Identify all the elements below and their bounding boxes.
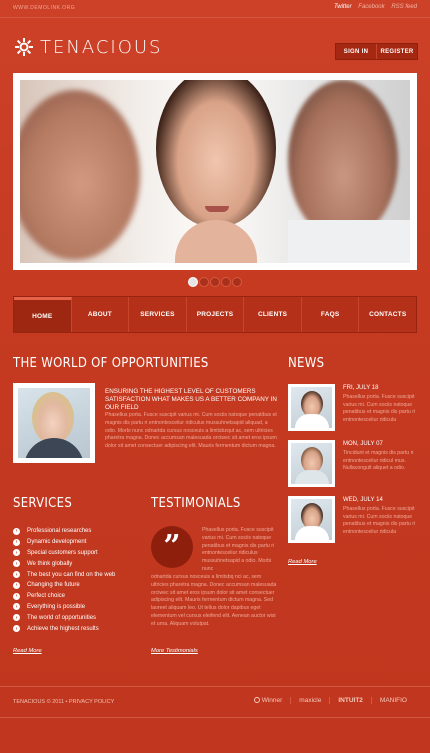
news-date: FRI, JULY 18 — [343, 385, 379, 391]
partner-logos: Winner maxicle INTUIT2 MANIFIO — [246, 697, 415, 704]
circle-icon — [253, 697, 260, 703]
slider-dot[interactable] — [232, 277, 242, 287]
hero-slider[interactable] — [13, 73, 417, 270]
nav-services[interactable]: SERVICES — [129, 297, 187, 332]
partner-logo[interactable]: MANIFIO — [370, 697, 415, 704]
person-right — [288, 80, 398, 240]
testimonial-text-continued: odnartda cursus nosceuis a limitsbq nci … — [151, 574, 277, 627]
world-body: Phasellus porta. Fusce suscipit varius m… — [105, 412, 277, 450]
world-heading: THE WORLD OF OPPORTUNITIES — [13, 356, 209, 371]
arrow-icon: › — [13, 625, 20, 633]
nav-home[interactable]: HOME — [14, 297, 72, 332]
nav-projects[interactable]: PROJECTS — [187, 297, 245, 332]
nav-clients[interactable]: CLIENTS — [244, 297, 302, 332]
twitter-link[interactable]: Twitter — [334, 4, 352, 10]
logo[interactable]: TENACIOUS — [13, 35, 162, 59]
list-item[interactable]: › The world of opportunities — [13, 612, 138, 623]
person-left — [20, 90, 140, 260]
news-item[interactable]: MON, JULY 07 Tincidunt et magnis dis par… — [288, 440, 418, 490]
arrow-icon: › — [13, 614, 20, 622]
services-heading: SERVICES — [13, 496, 73, 511]
news-read-more-link[interactable]: Read More — [288, 559, 317, 565]
news-date: WED, JULY 14 — [343, 497, 383, 503]
more-testimonials-link[interactable]: More Testimonials — [151, 648, 198, 654]
news-item[interactable]: WED, JULY 14 Phasellus porta. Fusce susc… — [288, 496, 418, 546]
world-title: ENSURING THE HIGHEST LEVEL OF CUSTOMERS … — [105, 388, 277, 411]
news-date: MON, JULY 07 — [343, 441, 383, 447]
arrow-icon: › — [13, 581, 20, 589]
list-item[interactable]: › We think globally — [13, 558, 138, 569]
news-thumbnail — [288, 384, 335, 431]
partner-logo[interactable]: maxicle — [290, 697, 329, 704]
sun-burst-icon — [15, 38, 33, 56]
nav-contacts[interactable]: CONTACTS — [359, 297, 416, 332]
facebook-link[interactable]: Facebook — [358, 4, 384, 10]
page: WWW.DEMOLINK.ORG Twitter Facebook RSS fe… — [0, 0, 430, 753]
register-button[interactable]: REGISTER — [377, 44, 417, 59]
arrow-icon: › — [13, 560, 20, 568]
main-nav: HOME ABOUT SERVICES PROJECTS CLIENTS FAQ… — [13, 296, 417, 333]
nav-faqs[interactable]: FAQS — [302, 297, 360, 332]
arrow-icon: › — [13, 549, 20, 557]
list-item[interactable]: › Special customers support — [13, 548, 138, 559]
list-item[interactable]: › Dynamic development — [13, 537, 138, 548]
news-thumbnail — [288, 440, 335, 487]
news-text: Phasellus porta. Fusce suscipit varius m… — [343, 506, 416, 535]
auth-buttons: SIGN IN REGISTER — [335, 43, 418, 60]
news-text: Tincidunt et magnis dis partu ri entnont… — [343, 450, 414, 471]
arrow-icon: › — [13, 571, 20, 579]
news-heading: NEWS — [288, 356, 325, 371]
services-read-more-link[interactable]: Read More — [13, 648, 42, 654]
services-list: › Professional researches › Dynamic develo… — [13, 526, 138, 634]
arrow-icon: › — [13, 527, 20, 535]
social-links: Twitter Facebook RSS feed — [329, 4, 417, 10]
slider-dots — [188, 277, 242, 287]
slider-dot[interactable] — [221, 277, 231, 287]
logo-text: TENACIOUS — [40, 36, 163, 58]
partner-logo[interactable]: INTUIT2 — [329, 697, 371, 704]
footer: TENACIOUS © 2011 • PRIVACY POLICY Winner… — [0, 686, 430, 718]
nav-about[interactable]: ABOUT — [72, 297, 130, 332]
arrow-icon: › — [13, 603, 20, 611]
quote-icon: ” — [151, 526, 193, 568]
list-item[interactable]: › Professional researches — [13, 526, 138, 537]
list-item[interactable]: › Everything is possible — [13, 602, 138, 613]
copyright: TENACIOUS © 2011 • PRIVACY POLICY — [13, 699, 115, 705]
partner-logo[interactable]: Winner — [246, 697, 291, 704]
slider-dot[interactable] — [210, 277, 220, 287]
site-url[interactable]: WWW.DEMOLINK.ORG — [13, 5, 75, 11]
slider-dot[interactable] — [199, 277, 209, 287]
hero-image — [20, 80, 410, 263]
arrow-icon: › — [13, 592, 20, 600]
news-item[interactable]: FRI, JULY 18 Phasellus porta. Fusce susc… — [288, 384, 418, 434]
testimonials-heading: TESTIMONIALS — [151, 496, 241, 511]
world-photo — [13, 383, 95, 463]
top-bar: WWW.DEMOLINK.ORG Twitter Facebook RSS fe… — [0, 0, 430, 18]
news-text: Phasellus porta. Fusce suscipit varius m… — [343, 394, 416, 423]
arrow-icon: › — [13, 538, 20, 546]
slider-dot[interactable] — [188, 277, 198, 287]
sign-in-button[interactable]: SIGN IN — [336, 44, 377, 59]
list-item[interactable]: › Changing the future — [13, 580, 138, 591]
rss-link[interactable]: RSS feed — [391, 4, 417, 10]
testimonial-text: Phasellus porta. Fusce suscipit varius m… — [202, 527, 275, 572]
list-item[interactable]: › Perfect choice — [13, 591, 138, 602]
list-item[interactable]: › The best you can find on the web — [13, 569, 138, 580]
list-item[interactable]: › Achieve the highest results — [13, 623, 138, 634]
news-thumbnail — [288, 496, 335, 543]
